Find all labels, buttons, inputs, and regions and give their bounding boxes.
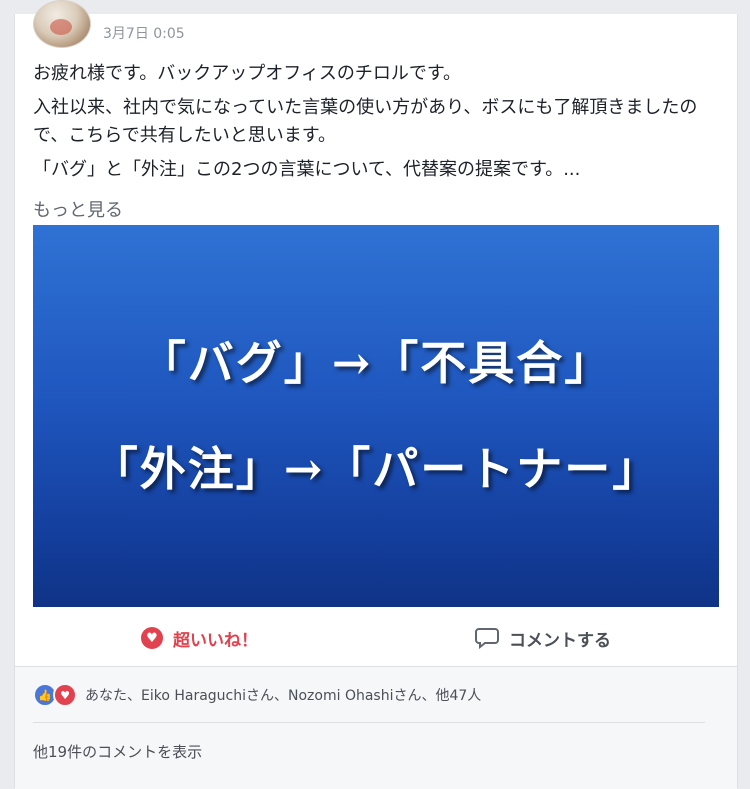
post-body: お疲れ様です。バックアップオフィスのチロルです。 入社以来、社内で気になっていた… [33,60,723,190]
post-footer: 👍 ♥ あなた、Eiko Haraguchiさん、Nozomi Ohashiさん… [15,666,737,789]
post-card: 3月7日 0:05 お疲れ様です。バックアップオフィスのチロルです。 入社以来、… [14,0,738,789]
comment-button[interactable]: コメントする [475,617,611,659]
heart-icon: ♥ [141,627,163,649]
comment-label: コメントする [509,630,611,651]
post-paragraph: 入社以来、社内で気になっていた言葉の使い方があり、ボスにも了解頂きましたので、こ… [33,97,698,146]
post-paragraph: 「バグ」と「外注」この2つの言葉について、代替案の提案です。... [33,159,581,180]
see-more-link[interactable]: もっと見る [33,196,123,222]
love-reaction-icon: ♥ [53,683,77,707]
divider [33,722,705,723]
action-bar: ♥ 超いいね！ コメントする [15,617,737,659]
post-paragraph: お疲れ様です。バックアップオフィスのチロルです。 [33,63,462,84]
image-text-line1: 「バグ」→「不具合」 [139,336,613,390]
avatar[interactable] [33,0,91,48]
reaction-names: あなた、Eiko Haraguchiさん、Nozomi Ohashiさん、他47… [85,688,482,704]
super-like-label: 超いいね！ [173,630,258,651]
view-more-comments-link[interactable]: 他19件のコメントを表示 [33,741,202,762]
reaction-icons: 👍 ♥ [33,683,77,707]
post-timestamp[interactable]: 3月7日 0:05 [103,23,185,43]
image-text-line2: 「外注」→「パートナー」 [91,442,661,496]
super-like-button[interactable]: ♥ 超いいね！ [141,617,258,659]
post-image[interactable]: 「バグ」→「不具合」 「外注」→「パートナー」 [33,225,719,607]
reaction-summary[interactable]: 👍 ♥ あなた、Eiko Haraguchiさん、Nozomi Ohashiさん… [33,683,481,707]
comment-bubble-icon [475,628,499,649]
